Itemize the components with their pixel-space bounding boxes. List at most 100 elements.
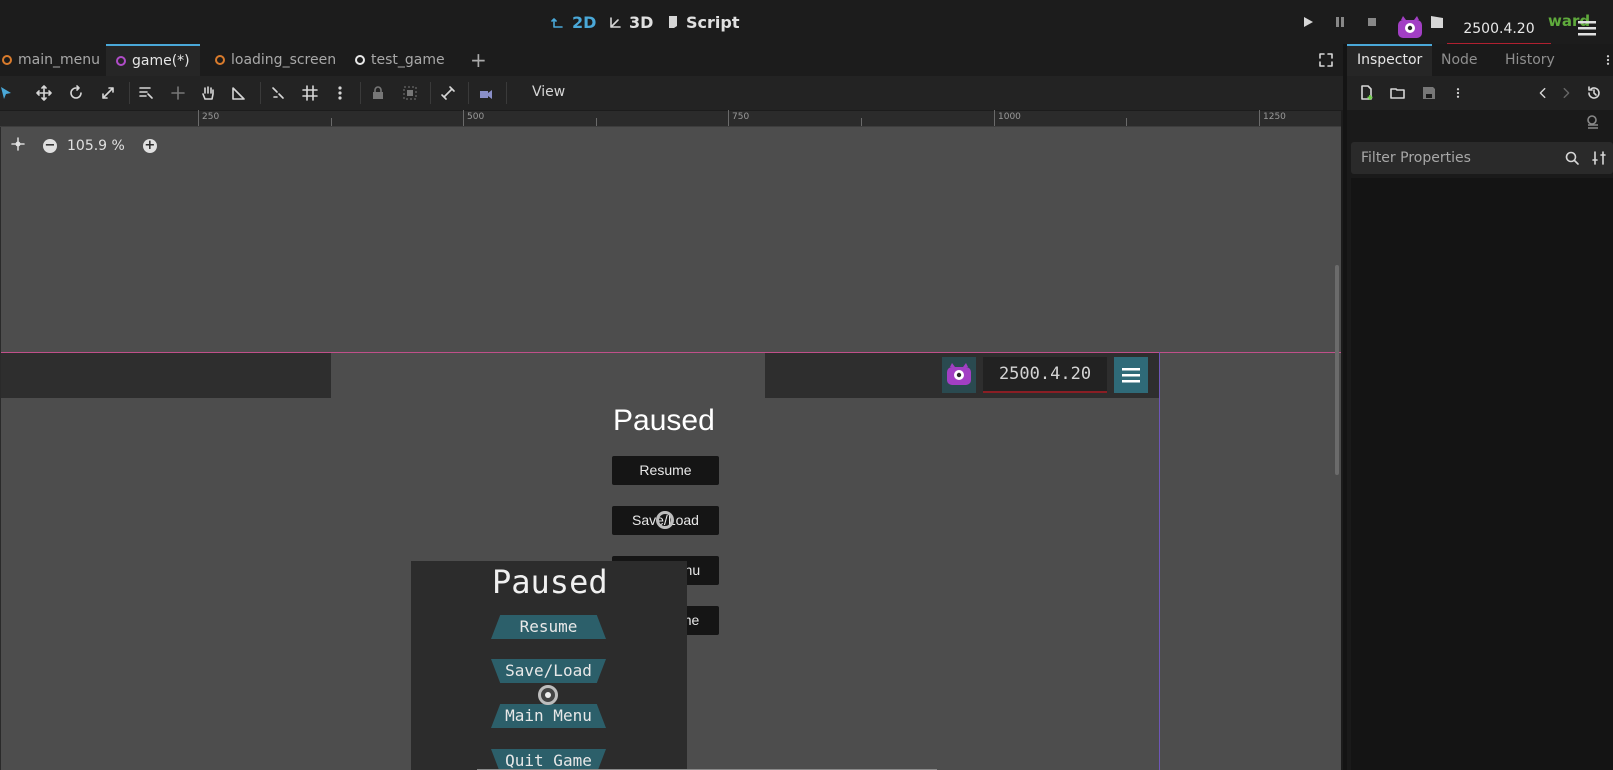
pause-icon	[1336, 17, 1344, 27]
scene-dot-icon	[215, 55, 225, 65]
zoom-controls: − 105.9 % +	[11, 136, 157, 156]
godot-avatar-icon[interactable]	[1396, 14, 1424, 42]
grid-toggle-button[interactable]	[300, 83, 320, 103]
plus-icon: +	[470, 48, 487, 72]
mode-3d-button[interactable]: 3D	[608, 10, 653, 34]
history-icon	[1588, 86, 1600, 99]
list-select-icon	[139, 87, 153, 99]
open-resource-button[interactable]	[1389, 84, 1407, 102]
horizontal-ruler: 250 500 750 1000 1250	[0, 110, 1341, 127]
pivot-icon	[171, 86, 185, 100]
save-icon	[1423, 87, 1435, 99]
zoom-level[interactable]: 105.9 %	[67, 138, 125, 154]
group-button[interactable]	[400, 83, 420, 103]
hud-godot-icon[interactable]	[942, 357, 976, 393]
chevron-right-icon	[1563, 87, 1570, 99]
hud-right-panel[interactable]: 2500.4.20	[765, 353, 1159, 398]
mode-script-label: Script	[686, 12, 740, 32]
tab-inspector[interactable]: Inspector	[1347, 44, 1433, 76]
inspector-dock: Inspector Node History	[1347, 44, 1613, 770]
tab-node[interactable]: Node	[1431, 44, 1488, 76]
inspector-settings-button[interactable]	[1591, 150, 1607, 166]
cursor-ring-icon	[656, 511, 674, 529]
themed-save-load-button[interactable]: Save/Load	[491, 659, 606, 683]
hamburger-menu-button[interactable]	[1576, 18, 1598, 38]
move-tool-button[interactable]	[34, 83, 54, 103]
center-view-button[interactable]	[11, 137, 25, 155]
tab-label: test_game	[371, 52, 445, 68]
scale-tool-button[interactable]	[98, 83, 118, 103]
pan-tool-button[interactable]	[198, 83, 218, 103]
snap-options-button[interactable]	[330, 83, 350, 103]
dock-tabs: Inspector Node History	[1347, 44, 1613, 76]
themed-main-menu-button[interactable]: Main Menu	[491, 704, 606, 728]
docs-button[interactable]	[1585, 114, 1603, 132]
movie-maker-button[interactable]	[1427, 12, 1447, 32]
distraction-free-button[interactable]	[1318, 52, 1334, 68]
zoom-out-button[interactable]: −	[43, 139, 57, 153]
resource-options-button[interactable]	[1449, 84, 1467, 102]
mode-2d-label: 2D	[572, 12, 597, 32]
ruler-tool-button[interactable]	[229, 83, 249, 103]
hud-menu-button[interactable]	[1114, 357, 1148, 393]
canvas-toolbar: View	[0, 76, 1343, 110]
camera-override-button[interactable]	[476, 83, 496, 103]
rotate-icon	[70, 85, 82, 99]
themed-resume-button[interactable]: Resume	[491, 615, 606, 639]
tab-loading-screen[interactable]: loading_screen	[205, 44, 346, 76]
expand-icon	[1319, 53, 1333, 67]
dock-options-button[interactable]	[1605, 52, 1611, 72]
snap-toggle-button[interactable]	[268, 83, 288, 103]
search-icon	[1564, 150, 1580, 166]
camera-icon	[480, 90, 492, 99]
hud-left-panel[interactable]	[1, 353, 331, 398]
pause-button[interactable]	[1330, 12, 1350, 32]
cursor-ring-icon	[538, 685, 558, 705]
save-resource-button[interactable]	[1420, 84, 1438, 102]
ruler-label: 250	[202, 112, 220, 122]
pivot-tool-button[interactable]	[168, 83, 188, 103]
kebab-menu-icon	[338, 86, 342, 100]
grid-icon	[302, 85, 318, 101]
zoom-in-button[interactable]: +	[142, 139, 157, 153]
view-menu-button[interactable]: View	[532, 84, 565, 100]
new-resource-button[interactable]	[1358, 84, 1376, 102]
top-bar: 2D 3D Script 2500.4.20 ward	[0, 0, 1613, 44]
filter-properties-input[interactable]	[1351, 142, 1561, 174]
ruler-label: 1000	[998, 112, 1021, 122]
skeleton-button[interactable]	[438, 83, 458, 103]
select-tool-button[interactable]	[0, 83, 16, 103]
tab-test-game[interactable]: test_game	[345, 44, 455, 76]
rotate-tool-button[interactable]	[66, 83, 86, 103]
folder-icon	[1390, 88, 1405, 99]
3d-icon	[610, 17, 621, 28]
mode-2d-button[interactable]: 2D	[551, 10, 596, 34]
scene-tabs: main_menu game(*) loading_screen test_ga…	[0, 44, 1343, 76]
history-back-button[interactable]	[1534, 84, 1552, 102]
stop-button[interactable]	[1362, 12, 1382, 32]
canvas-viewport[interactable]: − 105.9 % + 2500.4.20 Paused Resume Save…	[0, 127, 1341, 770]
tab-game[interactable]: game(*)	[106, 44, 200, 76]
themed-quit-game-button[interactable]: Quit Game	[491, 749, 606, 770]
viewport-scrollbar[interactable]	[1335, 265, 1339, 475]
ruler-icon	[232, 87, 245, 100]
mode-script-button[interactable]: Script	[665, 10, 739, 34]
tab-main-menu[interactable]: main_menu	[0, 44, 110, 76]
hud-date-display: 2500.4.20	[983, 357, 1107, 393]
tab-history[interactable]: History	[1495, 44, 1565, 76]
hamburger-icon	[1122, 368, 1140, 383]
history-forward-button[interactable]	[1557, 84, 1575, 102]
themed-paused-title: Paused	[492, 563, 608, 601]
resume-button[interactable]: Resume	[612, 456, 719, 485]
clapper-icon	[1431, 16, 1443, 28]
select-arrow-icon	[1, 87, 11, 99]
play-button[interactable]	[1298, 12, 1318, 32]
lock-button[interactable]	[368, 83, 388, 103]
object-history-button[interactable]	[1585, 84, 1603, 102]
play-icon	[1304, 17, 1313, 27]
docs-search-icon	[1587, 115, 1598, 129]
hamburger-icon	[1578, 21, 1596, 36]
add-scene-tab-button[interactable]: +	[460, 44, 497, 76]
2d-icon	[551, 18, 563, 28]
selectable-nodes-button[interactable]	[136, 83, 156, 103]
